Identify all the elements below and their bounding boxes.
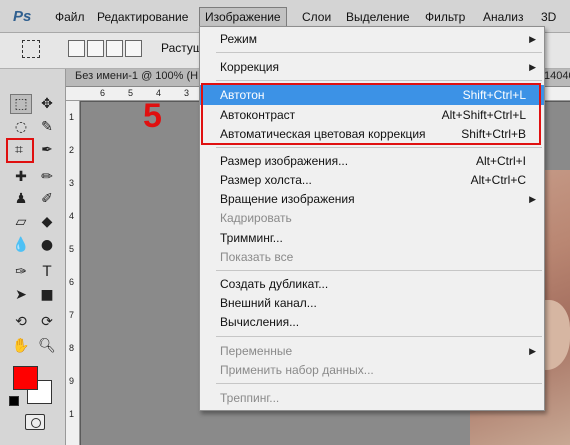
ruler-tick: 4 — [69, 211, 75, 221]
3d-orbit-icon[interactable]: ⟳ — [36, 312, 58, 332]
menu-item-calculations[interactable]: Вычисления... — [200, 312, 544, 332]
default-colors-icon[interactable] — [9, 396, 19, 406]
step-number-annotation: 5 — [143, 97, 162, 135]
eraser-icon[interactable]: ▱ — [10, 212, 32, 232]
blur-icon[interactable]: 💧 — [10, 235, 32, 255]
menu-separator — [216, 52, 542, 53]
menu-separator — [216, 147, 542, 148]
crop-tool-highlight — [6, 138, 34, 163]
quick-mask-icon[interactable] — [25, 414, 45, 430]
menu-item-label: Тримминг... — [220, 231, 283, 245]
submenu-arrow-icon: ▶ — [529, 346, 536, 356]
menu-item-shortcut: Alt+Ctrl+C — [470, 173, 526, 187]
menu-separator — [216, 383, 542, 384]
type-tool-icon[interactable]: T — [36, 262, 58, 282]
menu-item-image-size[interactable]: Размер изображения... Alt+Ctrl+I — [200, 151, 544, 171]
menu-item-label: Треппинг... — [220, 391, 280, 405]
dodge-icon[interactable]: ● — [36, 235, 58, 255]
paint-bucket-icon[interactable]: ◆ — [36, 212, 58, 232]
3d-rotate-icon[interactable]: ⟲ — [10, 312, 32, 332]
menu-item-reveal-all[interactable]: Показать все — [200, 247, 544, 267]
ruler-tick: 3 — [69, 178, 75, 188]
menu-edit[interactable]: Редактирование — [97, 7, 188, 27]
rectangle-shape-icon[interactable]: ■ — [36, 285, 58, 305]
menu-item-label: Коррекция — [220, 60, 280, 74]
menu-3d[interactable]: 3D — [541, 7, 556, 27]
hand-tool-icon[interactable]: ✋ — [10, 336, 32, 356]
annotation-highlight-frame — [201, 83, 541, 145]
menu-item-label: Применить набор данных... — [220, 363, 374, 377]
menu-item-label: Размер изображения... — [220, 154, 349, 168]
menu-item-trap[interactable]: Треппинг... — [200, 388, 544, 408]
menu-layers[interactable]: Слои — [302, 7, 331, 27]
submenu-arrow-icon: ▶ — [529, 34, 536, 44]
new-selection-icon[interactable] — [68, 40, 85, 57]
menu-item-label: Размер холста... — [220, 173, 312, 187]
menu-item-mode[interactable]: Режим ▶ — [200, 29, 544, 49]
clone-stamp-icon[interactable]: ♟ — [10, 189, 32, 209]
menu-item-apply-image[interactable]: Внешний канал... — [200, 293, 544, 313]
marquee-preset-icon[interactable] — [22, 40, 40, 58]
menu-item-duplicate[interactable]: Создать дубликат... — [200, 274, 544, 294]
move-tool-icon[interactable]: ✥ — [36, 94, 58, 114]
quick-select-icon[interactable]: ✎ — [36, 117, 58, 137]
menu-separator — [216, 270, 542, 271]
rect-marquee-icon[interactable]: ⬚ — [10, 94, 32, 114]
photoshop-logo: Ps — [13, 8, 32, 25]
menu-image[interactable]: Изображение — [199, 7, 287, 27]
submenu-arrow-icon: ▶ — [529, 62, 536, 72]
menu-item-apply-data-set[interactable]: Применить набор данных... — [200, 360, 544, 380]
healing-brush-icon[interactable]: ✚ — [10, 167, 32, 187]
document-tab[interactable]: Без имени-1 @ 100% (H — [75, 70, 198, 82]
menu-separator — [216, 336, 542, 337]
menu-item-label: Вычисления... — [220, 315, 300, 329]
menu-select[interactable]: Выделение — [346, 7, 410, 27]
menu-item-trim[interactable]: Тримминг... — [200, 228, 544, 248]
zoom-tool-icon[interactable]: 🔍︎ — [36, 336, 58, 356]
document-tab-2[interactable]: 14040 — [544, 70, 570, 82]
ruler-tick: 3 — [184, 88, 190, 98]
menu-item-shortcut: Alt+Ctrl+I — [475, 154, 526, 168]
menu-item-canvas-size[interactable]: Размер холста... Alt+Ctrl+C — [200, 170, 544, 190]
ruler-tick: 5 — [128, 88, 134, 98]
ruler-tick: 1 — [69, 409, 75, 419]
ruler-tick: 5 — [69, 244, 75, 254]
menu-separator — [216, 80, 542, 81]
subtract-selection-icon[interactable] — [106, 40, 123, 57]
intersect-selection-icon[interactable] — [125, 40, 142, 57]
eyedropper-icon[interactable]: ✒ — [36, 140, 58, 160]
menu-analysis[interactable]: Анализ — [483, 7, 524, 27]
menu-item-image-rotation[interactable]: Вращение изображения ▶ — [200, 189, 544, 209]
ruler-tick: 6 — [69, 277, 75, 287]
pen-icon[interactable]: ✑ — [10, 262, 32, 282]
menu-item-crop[interactable]: Кадрировать — [200, 208, 544, 228]
history-brush-icon[interactable]: ✐ — [36, 189, 58, 209]
submenu-arrow-icon: ▶ — [529, 194, 536, 204]
ruler-tick: 9 — [69, 376, 75, 386]
menu-item-label: Переменные — [220, 344, 293, 358]
lasso-icon[interactable]: ◌ — [10, 117, 32, 137]
menu-item-label: Режим — [220, 32, 257, 46]
menu-item-label: Создать дубликат... — [220, 277, 329, 291]
ruler-tick: 6 — [100, 88, 106, 98]
ruler-tick: 8 — [69, 343, 75, 353]
ruler-tick: 1 — [69, 112, 75, 122]
menu-item-label: Вращение изображения — [220, 192, 355, 206]
menu-item-label: Внешний канал... — [220, 296, 317, 310]
brush-icon[interactable]: ✏ — [36, 167, 58, 187]
menu-filter[interactable]: Фильтр — [425, 7, 465, 27]
ruler-tick: 2 — [69, 145, 75, 155]
foreground-color-swatch[interactable] — [13, 366, 38, 390]
add-selection-icon[interactable] — [87, 40, 104, 57]
menu-item-adjustments[interactable]: Коррекция ▶ — [200, 57, 544, 77]
path-select-icon[interactable]: ➤ — [10, 285, 32, 305]
menu-item-label: Кадрировать — [220, 211, 292, 225]
menu-item-label: Показать все — [220, 250, 294, 264]
ruler-tick: 7 — [69, 310, 75, 320]
menu-item-variables[interactable]: Переменные ▶ — [200, 341, 544, 361]
menu-file[interactable]: Файл — [55, 7, 85, 27]
